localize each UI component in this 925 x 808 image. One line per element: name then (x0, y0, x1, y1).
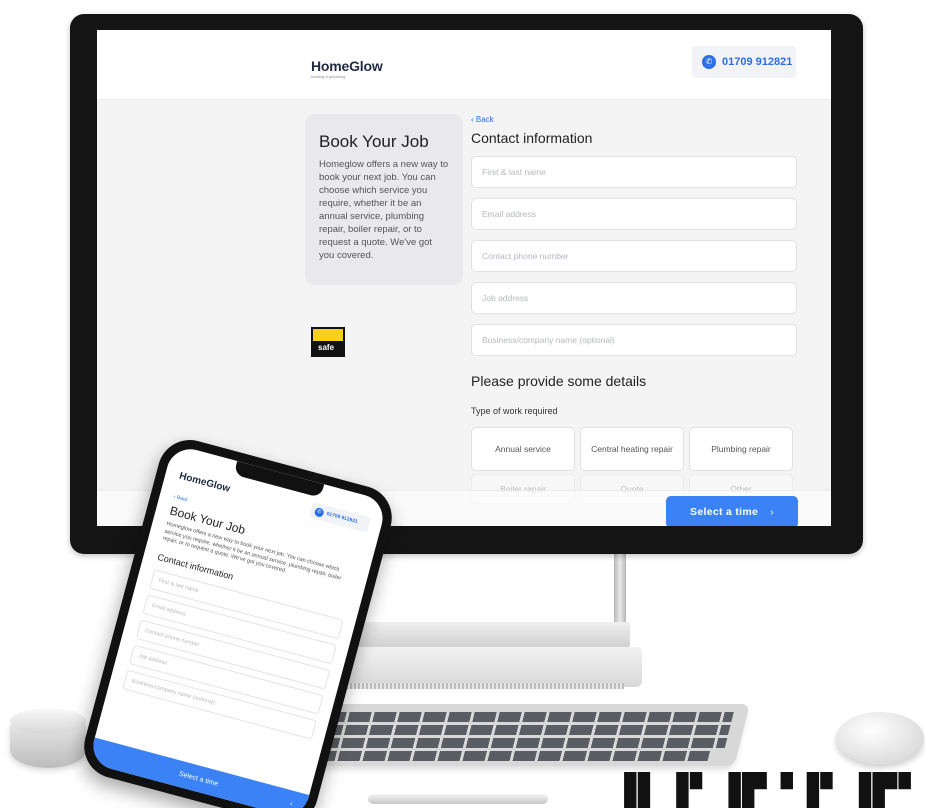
homeglow-logo[interactable]: HomeGlow (311, 58, 383, 74)
details-title: Please provide some details (471, 373, 647, 389)
monitor-stand-grille (318, 683, 624, 689)
monitor-neck (614, 554, 626, 626)
job-address-input[interactable]: Job address (471, 282, 797, 314)
mobile-phone-button[interactable]: ✆ 01709 912821 (309, 502, 372, 534)
phone-number: 01709 912821 (722, 56, 793, 68)
logo-tagline: heating & plumbing (311, 74, 346, 79)
work-option-plumbing-repair[interactable]: Plumbing repair (689, 427, 793, 471)
key-row (287, 751, 711, 761)
mouse (836, 712, 924, 764)
type-of-work-label: Type of work required (471, 406, 558, 416)
site-header: HomeGlow heating & plumbing ✆ 01709 9128… (97, 30, 831, 100)
email-input[interactable]: Email address (471, 198, 797, 230)
contact-info-title: Contact information (471, 130, 593, 146)
stylus-pen (368, 794, 548, 804)
select-time-button[interactable]: Select a time › (666, 496, 798, 526)
chevron-right-icon: › (289, 799, 294, 808)
keyboard (272, 704, 750, 766)
product-mockup-scene: HomeGlow heating & plumbing ✆ 01709 9128… (0, 0, 925, 808)
mobile-phone-number: 01709 912821 (325, 511, 359, 526)
key-row (290, 738, 728, 748)
phone-input[interactable]: Contact phone number (471, 240, 797, 272)
work-option-annual-service[interactable]: Annual service (471, 427, 575, 471)
mobile-logo[interactable]: HomeGlow (178, 471, 231, 495)
gas-safe-logo: safe (311, 327, 345, 357)
chevron-right-icon: › (770, 506, 774, 518)
intro-title: Book Your Job (319, 132, 429, 151)
back-link[interactable]: ‹ Back (471, 115, 494, 124)
select-time-label: Select a time (690, 506, 759, 518)
corner-cropped-text: ▐▌▐▘▐▛▝▐▘▐▛▘▐▌ (612, 772, 925, 808)
work-option-central-heating-repair[interactable]: Central heating repair (580, 427, 684, 471)
back-label: Back (475, 115, 494, 124)
intro-description: Homeglow offers a new way to book your n… (319, 159, 449, 261)
mobile-back-link[interactable]: ‹ Back (173, 494, 188, 503)
phone-button[interactable]: ✆ 01709 912821 (692, 46, 796, 78)
key-row (294, 725, 731, 735)
name-input[interactable]: First & last name (471, 156, 797, 188)
company-name-input[interactable]: Business/company name (optional) (471, 324, 797, 356)
intro-card: Book Your Job Homeglow offers a new way … (305, 114, 463, 285)
phone-icon: ✆ (313, 506, 325, 518)
mobile-back-label: Back (175, 494, 189, 504)
gas-safe-text: safe (318, 343, 335, 352)
phone-icon: ✆ (702, 55, 716, 69)
speaker-top (10, 708, 86, 734)
mobile-select-time-label: Select a time (178, 770, 220, 788)
key-row (297, 712, 734, 722)
